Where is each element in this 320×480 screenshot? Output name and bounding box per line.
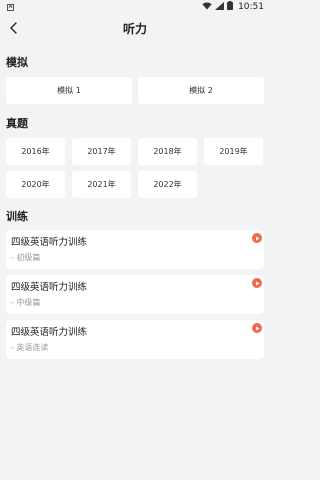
year-item-2021[interactable]: 2021年 <box>72 171 131 198</box>
back-button[interactable] <box>4 18 24 38</box>
mock-item-2[interactable]: 模拟 2 <box>138 77 264 104</box>
mock-item-1[interactable]: 模拟 1 <box>6 77 132 104</box>
status-left: A <box>7 3 14 11</box>
real-section-title: 真题 <box>6 117 28 130</box>
status-bar: A 10:51 <box>0 0 270 14</box>
year-item-2020[interactable]: 2020年 <box>6 171 65 198</box>
nav-bar: 听力 <box>0 14 270 42</box>
notification-a-icon: A <box>7 3 14 11</box>
training-item-subtitle: - 中级篇 <box>11 298 41 307</box>
play-icon[interactable] <box>252 278 262 288</box>
training-item-subtitle: - 初级篇 <box>11 253 41 262</box>
status-time: 10:51 <box>238 2 264 12</box>
training-item-intermediate[interactable]: 四级英语听力训练 - 中级篇 <box>6 275 264 314</box>
training-list: 四级英语听力训练 - 初级篇 四级英语听力训练 - 中级篇 四级英语听力训练 -… <box>0 230 270 359</box>
year-item-2019[interactable]: 2019年 <box>204 138 263 165</box>
training-item-title: 四级英语听力训练 <box>11 327 88 338</box>
page-title: 听力 <box>122 21 147 36</box>
wifi-icon <box>202 1 212 13</box>
play-icon[interactable] <box>252 233 262 243</box>
year-grid: 2016年 2017年 2018年 2019年 2020年 2021年 2022… <box>0 138 270 198</box>
mock-section-title: 模拟 <box>6 56 28 69</box>
training-section-title: 训练 <box>6 210 28 223</box>
play-icon[interactable] <box>252 323 262 333</box>
training-item-title: 四级英语听力训练 <box>11 282 88 293</box>
year-item-2016[interactable]: 2016年 <box>6 138 65 165</box>
year-item-2017[interactable]: 2017年 <box>72 138 131 165</box>
mock-list: 模拟 1 模拟 2 <box>0 77 270 104</box>
training-item-liaison[interactable]: 四级英语听力训练 - 英语连读 <box>6 320 264 359</box>
battery-icon <box>227 1 234 13</box>
training-item-basic[interactable]: 四级英语听力训练 - 初级篇 <box>6 230 264 269</box>
year-item-2018[interactable]: 2018年 <box>138 138 197 165</box>
status-right: 10:51 <box>202 1 264 13</box>
signal-icon <box>215 1 225 13</box>
year-item-2022[interactable]: 2022年 <box>138 171 197 198</box>
training-item-title: 四级英语听力训练 <box>11 237 88 248</box>
training-item-subtitle: - 英语连读 <box>11 343 49 352</box>
chevron-left-icon <box>10 22 17 34</box>
